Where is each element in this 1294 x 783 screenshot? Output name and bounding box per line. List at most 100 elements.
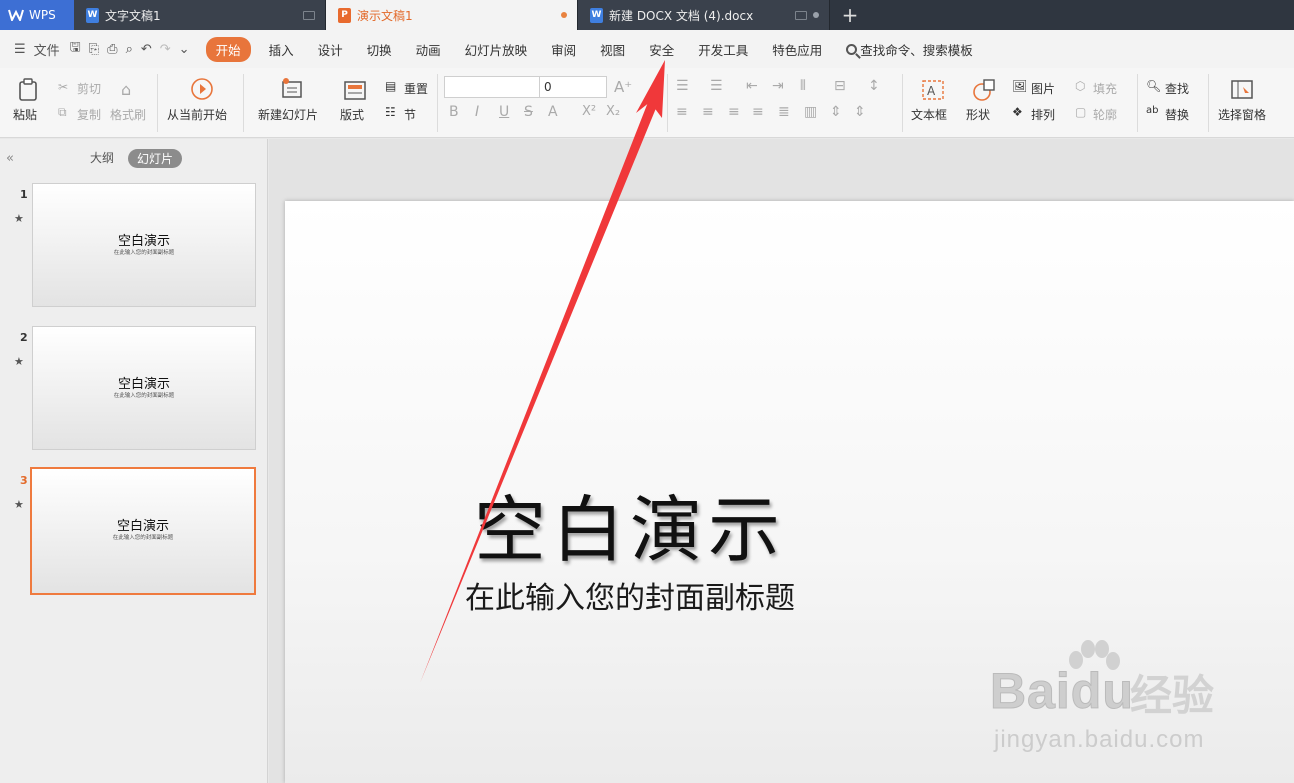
print-preview-icon[interactable]: ⌕ [126,42,133,57]
distribute-icon[interactable]: ≣ [778,104,790,120]
font-size-select[interactable]: 0 [539,76,607,98]
collapse-panel-icon[interactable]: « [6,151,14,166]
format-painter-button[interactable]: 格式刷 [110,106,146,123]
increase-indent-icon[interactable]: ⇥ [772,78,784,94]
tab-docx-file[interactable]: W 新建 DOCX 文档 (4).docx [578,0,830,30]
outline-button[interactable]: 轮廓 [1093,106,1117,123]
file-menu[interactable]: ☰ 文件 [14,40,60,59]
tab-presentation1[interactable]: P 演示文稿1 [326,0,578,30]
section-button[interactable]: 节 [404,106,416,123]
selection-pane-button[interactable]: 选择窗格 [1218,106,1266,123]
align-center-icon[interactable]: ≡ [702,104,714,120]
slide-subtitle-placeholder[interactable]: 在此输入您的封面副标题 [0,573,1260,617]
strikethrough-icon[interactable]: S [524,104,533,120]
increase-font-icon[interactable]: A⁺ [614,78,632,96]
menu-tab-special[interactable]: 特色应用 [760,40,834,59]
format-painter-icon[interactable]: ⌂ [121,80,131,99]
new-slide-icon[interactable] [280,77,304,101]
paste-button[interactable]: 粘贴 [13,106,37,123]
menu-tab-slideshow[interactable]: 幻灯片放映 [453,40,540,59]
menu-tab-design[interactable]: 设计 [306,40,355,59]
tab-writer-doc1[interactable]: W 文字文稿1 [74,0,326,30]
outline-icon[interactable]: ▢ [1075,105,1086,119]
thumb-subtitle: 在此输入您的封面副标题 [113,393,175,399]
tab-outline[interactable]: 大纲 [90,149,114,166]
slide-thumbnail-1[interactable]: 空白演示 在此输入您的封面副标题 [32,183,256,307]
redo-icon[interactable]: ↷ [160,42,171,57]
shape-button[interactable]: 形状 [966,106,990,123]
columns-icon[interactable]: ▥ [804,104,817,120]
picture-button[interactable]: 图片 [1031,80,1055,97]
find-button[interactable]: 查找 [1165,80,1189,97]
paste-icon[interactable] [17,78,41,102]
tab-slides[interactable]: 幻灯片 [128,149,183,168]
bullets-icon[interactable]: ☰ [676,78,689,94]
align-left-icon[interactable]: ≡ [676,104,688,120]
slide-title-placeholder[interactable]: 空白演示 [0,471,1260,576]
layout-button[interactable]: 版式 [340,106,364,123]
menu-tab-developer[interactable]: 开发工具 [686,40,760,59]
copy-icon[interactable]: ⧉ [58,105,67,120]
section-icon[interactable]: ☷ [385,105,396,119]
numbering-icon[interactable]: ☰ [710,78,723,94]
print-icon[interactable]: ⎙ [107,42,117,57]
wps-home-tab[interactable]: WPS [0,0,74,30]
menu-tab-view[interactable]: 视图 [588,40,637,59]
cut-icon[interactable]: ✂ [58,80,68,94]
command-search[interactable]: 查找命令、搜索模板 [834,40,985,59]
menu-tab-security[interactable]: 安全 [637,40,686,59]
justify-icon[interactable]: ≡ [752,104,764,120]
line-spacing-icon[interactable]: ↕ [868,78,880,94]
selection-pane-icon[interactable] [1230,78,1254,102]
menu-tab-insert[interactable]: 插入 [257,40,306,59]
text-box-icon[interactable]: A [921,78,945,102]
animation-star-icon: ★ [14,355,24,368]
menu-tab-review[interactable]: 审阅 [539,40,588,59]
arrange-button[interactable]: 排列 [1031,106,1055,123]
picture-icon[interactable]: 🖼 [1012,79,1027,93]
new-slide-button[interactable]: 新建幻灯片 [258,106,318,123]
ribbon-divider [902,74,903,132]
copy-button[interactable]: 复制 [77,106,101,123]
fill-button[interactable]: 填充 [1093,80,1117,97]
decrease-indent-icon[interactable]: ⇤ [746,78,758,94]
play-from-current-icon[interactable] [190,77,214,101]
find-icon[interactable]: 🔍︎ [1146,79,1161,93]
arrange-icon[interactable]: ❖ [1012,105,1023,119]
customize-toolbar-icon[interactable]: ⌄ [179,42,190,57]
slide-thumbnail-2[interactable]: 空白演示 在此输入您的封面副标题 [32,326,256,450]
layout-icon[interactable] [343,79,367,103]
superscript-icon[interactable]: X² [582,104,596,119]
underline-icon[interactable]: U [499,104,509,120]
slide-number: 2 [20,331,28,344]
reset-button[interactable]: 重置 [404,80,428,97]
writer-doc-icon: W [86,7,99,23]
subscript-icon[interactable]: X₂ [606,104,620,119]
save-icon[interactable]: 🖫 [70,38,81,60]
align-right-icon[interactable]: ≡ [728,104,740,120]
undo-icon[interactable]: ↶ [141,42,152,57]
fill-icon[interactable]: ⬡ [1075,79,1085,93]
text-direction-icon[interactable]: ⫴ [800,78,806,94]
new-tab-plus-icon[interactable]: + [830,0,870,30]
shape-icon[interactable] [972,78,996,102]
text-box-button[interactable]: 文本框 [911,106,947,123]
reset-icon[interactable]: ▤ [385,79,396,93]
writer-doc-icon: W [590,7,603,23]
play-from-current-button[interactable]: 从当前开始 [167,106,227,123]
paragraph-spacing-icon[interactable]: ⇕ [830,104,842,120]
bold-icon[interactable]: B [449,104,459,120]
font-family-select[interactable] [444,76,540,98]
font-color-icon[interactable]: A [548,104,558,120]
export-icon[interactable]: ⎘ [89,42,99,57]
menu-tab-animations[interactable]: 动画 [404,40,453,59]
italic-icon[interactable]: I [475,104,479,120]
cut-button[interactable]: 剪切 [77,80,101,97]
ribbon-divider [437,74,438,132]
spacing-icon[interactable]: ⇕ [854,104,866,120]
align-text-icon[interactable]: ⊟ [834,78,846,94]
replace-button[interactable]: 替换 [1165,106,1189,123]
menu-tab-transitions[interactable]: 切换 [355,40,404,59]
replace-icon[interactable]: ab [1146,105,1158,116]
menu-tab-home[interactable]: 开始 [205,36,251,62]
